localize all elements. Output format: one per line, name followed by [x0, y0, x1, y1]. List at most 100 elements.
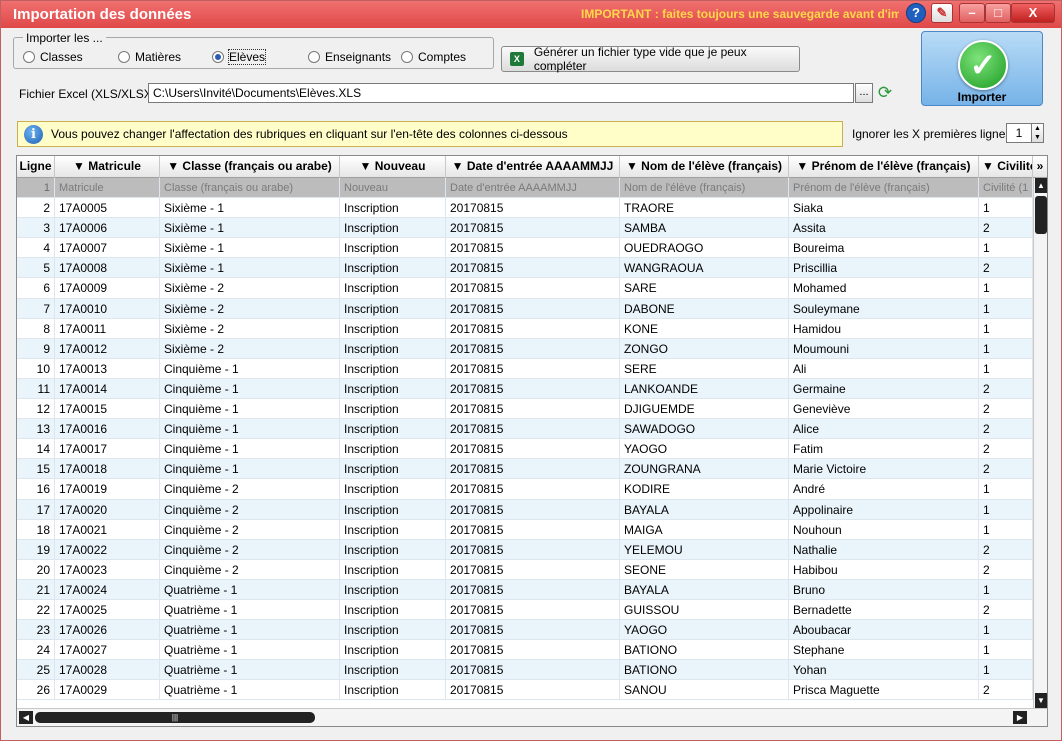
col-header-civilite[interactable]: ▼ Civilité: [979, 156, 1033, 178]
cell-ligne: 17: [17, 499, 55, 520]
scroll-up-icon[interactable]: ▲: [1035, 178, 1047, 193]
close-icon[interactable]: X: [1011, 3, 1055, 23]
cell-date: Date d'entrée AAAAMMJJ: [446, 178, 620, 198]
table-row[interactable]: 3 17A0006 Sixième - 1 Inscription 20170815 SA…: [17, 218, 1033, 239]
radio-dot[interactable]: [118, 51, 130, 63]
browse-button[interactable]: ...: [855, 83, 873, 103]
radio-dot-selected[interactable]: [212, 51, 224, 63]
table-row[interactable]: 13 17A0016 Cinquième - 1 Inscription 2017081…: [17, 419, 1033, 440]
table-row[interactable]: 5 17A0008 Sixième - 1 Inscription 20170815 WA…: [17, 258, 1033, 279]
cell-classe: Sixième - 1: [160, 218, 340, 239]
cell-date: 20170815: [446, 499, 620, 520]
table-row[interactable]: 8 17A0011 Sixième - 2 Inscription 20170815 KO…: [17, 318, 1033, 339]
cell-date: 20170815: [446, 278, 620, 299]
cell-matricule: 17A0019: [55, 479, 160, 500]
cell-nom: WANGRAOUA: [620, 258, 789, 279]
vertical-scrollbar[interactable]: ▲ ▼: [1033, 178, 1047, 708]
col-header-date[interactable]: ▼ Date d'entrée AAAAMMJJ: [446, 156, 620, 178]
cell-prenom: André: [789, 479, 979, 500]
radio-dot[interactable]: [308, 51, 320, 63]
horizontal-scroll-thumb[interactable]: |||: [35, 712, 315, 723]
cell-ligne: 20: [17, 559, 55, 580]
file-path-input[interactable]: C:\Users\Invité\Documents\Elèves.XLS: [148, 83, 854, 103]
col-header-nom[interactable]: ▼ Nom de l'élève (français): [620, 156, 789, 178]
cell-nouveau: Inscription: [340, 459, 446, 480]
radio-matieres[interactable]: Matières: [118, 50, 181, 64]
cell-nom: Nom de l'élève (français): [620, 178, 789, 198]
table-row[interactable]: 4 17A0007 Sixième - 1 Inscription 20170815 OU…: [17, 238, 1033, 259]
import-button[interactable]: ✓ Importer: [921, 31, 1043, 106]
scroll-down-icon[interactable]: ▼: [1035, 693, 1047, 708]
cell-prenom: Germaine: [789, 378, 979, 399]
scroll-left-icon[interactable]: ◀: [19, 711, 33, 724]
horizontal-scrollbar[interactable]: ◀ ||| ▶: [17, 708, 1047, 726]
radio-comptes[interactable]: Comptes: [401, 50, 466, 64]
cell-date: 20170815: [446, 519, 620, 540]
table-row[interactable]: 19 17A0022 Cinquième - 2 Inscription 2017081…: [17, 539, 1033, 560]
cell-ligne: 3: [17, 218, 55, 239]
cell-date: 20170815: [446, 338, 620, 359]
table-row[interactable]: 2 17A0005 Sixième - 1 Inscription 20170815 TR…: [17, 198, 1033, 219]
cell-nom: SANOU: [620, 680, 789, 701]
table-row[interactable]: 12 17A0015 Cinquième - 1 Inscription 2017081…: [17, 399, 1033, 420]
table-row[interactable]: 17 17A0020 Cinquième - 2 Inscription 2017081…: [17, 499, 1033, 520]
help-icon[interactable]: ?: [906, 3, 926, 23]
table-row[interactable]: 15 17A0018 Cinquième - 1 Inscription 2017081…: [17, 459, 1033, 480]
cell-ligne: 22: [17, 599, 55, 620]
maximize-icon[interactable]: □: [985, 3, 1011, 23]
vertical-scroll-thumb[interactable]: [1035, 196, 1047, 234]
table-row[interactable]: 21 17A0024 Quatrième - 1 Inscription 2017081…: [17, 579, 1033, 600]
table-row[interactable]: 10 17A0013 Cinquième - 1 Inscription 2017081…: [17, 358, 1033, 379]
cell-civilite: 1: [979, 479, 1033, 500]
cell-date: 20170815: [446, 479, 620, 500]
cell-ligne: 11: [17, 378, 55, 399]
more-columns-icon[interactable]: »: [1033, 156, 1047, 178]
table-row[interactable]: 9 17A0012 Sixième - 2 Inscription 20170815 ZO…: [17, 338, 1033, 359]
cell-matricule: 17A0008: [55, 258, 160, 279]
table-row[interactable]: 25 17A0028 Quatrième - 1 Inscription 2017081…: [17, 660, 1033, 681]
table-row[interactable]: 7 17A0010 Sixième - 2 Inscription 20170815 DA…: [17, 298, 1033, 319]
cell-matricule: 17A0006: [55, 218, 160, 239]
cell-classe: Sixième - 1: [160, 238, 340, 259]
cell-date: 20170815: [446, 318, 620, 339]
table-row[interactable]: 11 17A0014 Cinquième - 1 Inscription 2017081…: [17, 378, 1033, 400]
cell-classe: Quatrième - 1: [160, 640, 340, 661]
scroll-right-icon[interactable]: ▶: [1013, 711, 1027, 724]
table-row[interactable]: 14 17A0017 Cinquième - 1 Inscription 2017081…: [17, 439, 1033, 460]
header-source-row[interactable]: 1 Matricule Classe (français ou arabe) Nouv…: [17, 178, 1033, 199]
minimize-icon[interactable]: –: [959, 3, 985, 23]
col-header-classe[interactable]: ▼ Classe (français ou arabe): [160, 156, 340, 178]
radio-dot[interactable]: [23, 51, 35, 63]
cell-nouveau: Inscription: [340, 258, 446, 279]
table-row[interactable]: 24 17A0027 Quatrième - 1 Inscription 2017081…: [17, 640, 1033, 661]
col-header-ligne[interactable]: Ligne: [17, 156, 55, 178]
radio-eleves[interactable]: Elèves: [212, 49, 267, 65]
ignore-lines-spinner[interactable]: 1: [1006, 123, 1032, 143]
col-header-prenom[interactable]: ▼ Prénom de l'élève (français): [789, 156, 979, 178]
cell-date: 20170815: [446, 419, 620, 440]
brush-icon[interactable]: ✎: [931, 3, 953, 23]
table-row[interactable]: 22 17A0025 Quatrième - 1 Inscription 2017081…: [17, 599, 1033, 621]
data-grid[interactable]: Ligne ▼ Matricule ▼ Classe (français ou …: [16, 155, 1048, 727]
cell-date: 20170815: [446, 559, 620, 580]
cell-ligne: 5: [17, 258, 55, 279]
col-header-nouveau[interactable]: ▼ Nouveau: [340, 156, 446, 178]
col-header-matricule[interactable]: ▼ Matricule: [55, 156, 160, 178]
radio-enseignants[interactable]: Enseignants: [308, 50, 391, 64]
table-row[interactable]: 16 17A0019 Cinquième - 2 Inscription 2017081…: [17, 479, 1033, 500]
table-row[interactable]: 6 17A0009 Sixième - 2 Inscription 20170815 SA…: [17, 278, 1033, 299]
radio-dot[interactable]: [401, 51, 413, 63]
radio-classes[interactable]: Classes: [23, 50, 83, 64]
cell-matricule: 17A0014: [55, 378, 160, 399]
table-row[interactable]: 20 17A0023 Cinquième - 2 Inscription 2017081…: [17, 559, 1033, 580]
cell-prenom: Appolinaire: [789, 499, 979, 520]
cell-nom: LANKOANDE: [620, 378, 789, 399]
table-row[interactable]: 26 17A0029 Quatrième - 1 Inscription 2017081…: [17, 680, 1033, 701]
table-row[interactable]: 18 17A0021 Cinquième - 2 Inscription 2017081…: [17, 519, 1033, 540]
spinner-arrows[interactable]: ▲ ▼: [1031, 123, 1044, 143]
cell-civilite: 1: [979, 278, 1033, 299]
generate-template-button[interactable]: X Générer un fichier type vide que je pe…: [501, 45, 800, 73]
table-row[interactable]: 23 17A0026 Quatrième - 1 Inscription 2017081…: [17, 620, 1033, 641]
refresh-icon[interactable]: ⟳: [875, 83, 895, 103]
cell-civilite: 1: [979, 620, 1033, 641]
